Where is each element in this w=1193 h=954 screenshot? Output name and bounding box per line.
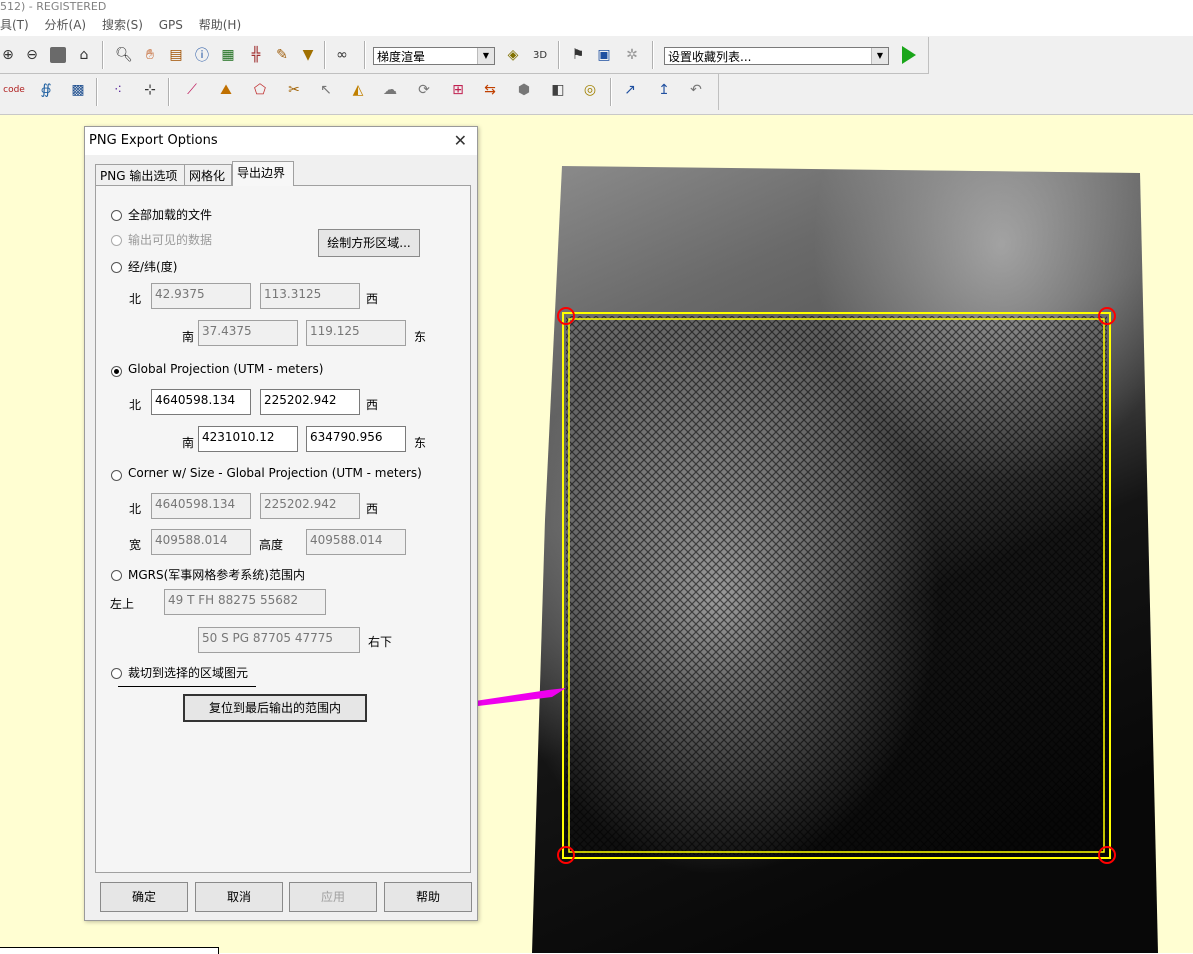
label-top-left: 左上 <box>110 597 135 611</box>
draw-rect-button[interactable]: 绘制方形区域... <box>318 229 420 257</box>
label-width: 宽 <box>129 538 142 552</box>
ok-button[interactable]: 确定 <box>100 882 188 912</box>
cancel-button[interactable]: 取消 <box>195 882 283 912</box>
mgrs-top-left-field[interactable]: 49 T FH 88275 55682 <box>164 589 326 615</box>
tab-export-bounds[interactable]: 导出边界 <box>232 161 294 186</box>
label-east: 东 <box>414 330 427 344</box>
label-bottom-right: 右下 <box>368 635 393 649</box>
help-button[interactable]: 帮助 <box>384 882 472 912</box>
radio-latlon[interactable] <box>111 262 122 273</box>
radio-crop-selection[interactable] <box>111 668 122 679</box>
label-corner-size: Corner w/ Size - Global Projection (UTM … <box>128 466 422 480</box>
radio-utm[interactable] <box>111 366 122 377</box>
latlon-north-field[interactable]: 42.9375 <box>151 283 251 309</box>
radio-mgrs[interactable] <box>111 570 122 581</box>
utm-west-field[interactable]: 225202.942 <box>260 389 360 415</box>
label-all-loaded: 全部加载的文件 <box>128 208 213 222</box>
corner-height-field[interactable]: 409588.014 <box>306 529 406 555</box>
label-north: 北 <box>129 502 142 516</box>
export-region-hatch <box>566 316 1107 855</box>
label-south: 南 <box>182 330 195 344</box>
label-latlon: 经/纬(度) <box>128 260 178 274</box>
label-west: 西 <box>366 292 379 306</box>
radio-all-loaded[interactable] <box>111 210 122 221</box>
latlon-east-field[interactable]: 119.125 <box>306 320 406 346</box>
corner-north-field[interactable]: 4640598.134 <box>151 493 251 519</box>
focus-underline <box>118 686 256 687</box>
export-bounds-panel: 全部加载的文件 输出可见的数据 绘制方形区域... 经/纬(度) 北 42.93… <box>95 185 471 873</box>
apply-button[interactable]: 应用 <box>289 882 377 912</box>
tab-png-output[interactable]: PNG 输出选项 <box>95 164 185 186</box>
label-south: 南 <box>182 436 195 450</box>
label-height: 高度 <box>259 538 284 552</box>
label-mgrs: MGRS(军事网格参考系统)范围内 <box>128 568 305 582</box>
utm-east-field[interactable]: 634790.956 <box>306 426 406 452</box>
radio-visible-data[interactable] <box>111 235 122 246</box>
label-north: 北 <box>129 292 142 306</box>
utm-north-field[interactable]: 4640598.134 <box>151 389 251 415</box>
latlon-south-field[interactable]: 37.4375 <box>198 320 298 346</box>
corner-west-field[interactable]: 225202.942 <box>260 493 360 519</box>
label-north: 北 <box>129 398 142 412</box>
label-east: 东 <box>414 436 427 450</box>
label-west: 西 <box>366 502 379 516</box>
corner-width-field[interactable]: 409588.014 <box>151 529 251 555</box>
label-west: 西 <box>366 398 379 412</box>
dialog-title: PNG Export Options <box>85 127 477 155</box>
reset-to-last-export-button[interactable]: 复位到最后输出的范围内 <box>183 694 367 722</box>
mgrs-bottom-right-field[interactable]: 50 S PG 87705 47775 <box>198 627 360 653</box>
utm-south-field[interactable]: 4231010.12 <box>198 426 298 452</box>
close-icon[interactable]: ✕ <box>454 131 467 151</box>
label-utm: Global Projection (UTM - meters) <box>128 362 324 376</box>
radio-corner-size[interactable] <box>111 470 122 481</box>
label-visible-data: 输出可见的数据 <box>128 233 213 247</box>
label-crop-selection: 裁切到选择的区域图元 <box>128 666 249 680</box>
tab-gridding[interactable]: 网格化 <box>184 164 232 186</box>
png-export-dialog: PNG Export Options ✕ PNG 输出选项 网格化 导出边界 全… <box>84 126 478 921</box>
latlon-west-field[interactable]: 113.3125 <box>260 283 360 309</box>
